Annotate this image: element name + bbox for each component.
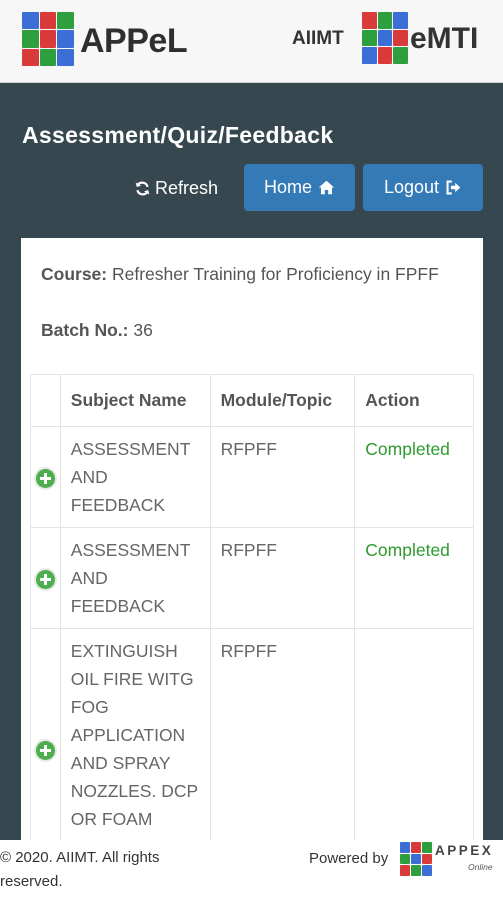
powered-by-text: Powered by (309, 850, 389, 867)
assessment-card: Course: Refresher Training for Proficien… (21, 238, 483, 840)
appel-brand-name[interactable]: APPeL (80, 22, 188, 61)
appex-brand-name[interactable]: APPEX (435, 843, 493, 858)
emti-brand-name: eMTI (410, 22, 479, 55)
course-info: Course: Refresher Training for Proficien… (41, 260, 461, 288)
refresh-icon (135, 181, 150, 196)
batch-info: Batch No.: 36 (41, 320, 153, 341)
row-expand-cell[interactable] (30, 628, 61, 840)
module-cell: RFPFF (209, 527, 356, 629)
batch-value: 36 (133, 320, 153, 340)
home-label: Home (263, 177, 312, 197)
action-column-header: Action (354, 374, 474, 427)
table-row: ASSESSMENT AND FEEDBACK RFPFF Completed (30, 527, 474, 629)
logout-label: Logout (383, 177, 440, 197)
batch-label: Batch No.: (41, 320, 129, 340)
action-cell (354, 628, 474, 840)
org-label: AIIMT (292, 28, 344, 49)
table-header-row: Subject Name Module/Topic Action (30, 374, 474, 427)
row-expand-cell[interactable] (30, 426, 61, 528)
app-header: APPeL AIIMT eMTI (0, 0, 503, 83)
course-label: Course: (41, 264, 108, 284)
refresh-button[interactable]: Refresh (134, 178, 218, 199)
appel-logo-cube-icon (22, 12, 74, 66)
course-value: Refresher Training for Proficiency in FP… (112, 264, 439, 284)
assessment-table: Subject Name Module/Topic Action ASSESSM… (30, 374, 474, 840)
table-row: ASSESSMENT AND FEEDBACK RFPFF Completed (30, 426, 474, 528)
appex-subtitle: Online (468, 862, 493, 872)
emti-logo-cube-icon (362, 12, 408, 64)
home-button[interactable]: Home (244, 164, 355, 211)
expand-plus-icon[interactable] (35, 569, 55, 589)
status-completed: Completed (354, 426, 474, 528)
module-cell: RFPFF (209, 426, 356, 528)
module-column-header: Module/Topic (209, 374, 356, 427)
expand-plus-icon[interactable] (35, 468, 55, 488)
page-footer: © 2020. AIIMT. All rights reserved. Powe… (0, 840, 503, 900)
status-completed: Completed (354, 527, 474, 629)
subject-column-header: Subject Name (59, 374, 211, 427)
logout-button[interactable]: Logout (363, 164, 483, 211)
copyright-text: © 2020. AIIMT. All rights reserved. (0, 849, 160, 890)
module-cell: RFPFF (209, 628, 356, 840)
appex-logo-cube-icon (400, 842, 432, 876)
refresh-label: Refresh (155, 178, 219, 198)
row-expand-cell[interactable] (30, 527, 61, 629)
home-icon (318, 180, 335, 195)
subject-cell: EXTINGUISH OIL FIRE WITG FOG APPLICATION… (59, 628, 211, 840)
subject-cell: ASSESSMENT AND FEEDBACK (59, 527, 211, 629)
logout-icon (446, 180, 461, 195)
page-title: Assessment/Quiz/Feedback (22, 122, 334, 148)
table-row: EXTINGUISH OIL FIRE WITG FOG APPLICATION… (30, 628, 474, 840)
expand-column-header (30, 374, 61, 427)
subject-cell: ASSESSMENT AND FEEDBACK (59, 426, 211, 528)
expand-plus-icon[interactable] (35, 740, 55, 760)
